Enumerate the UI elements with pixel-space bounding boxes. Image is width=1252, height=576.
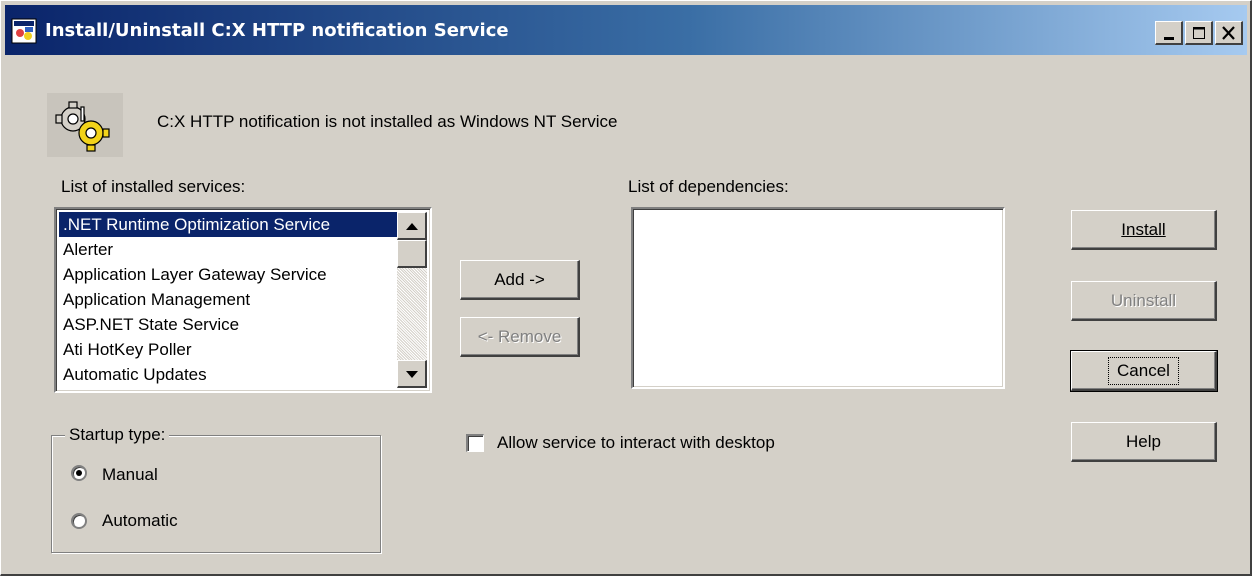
minimize-button[interactable] [1155,21,1183,45]
manual-label[interactable]: Manual [102,465,158,485]
installed-services-list[interactable]: .NET Runtime Optimization Service Alerte… [54,207,432,393]
help-button-label: Help [1126,432,1161,451]
maximize-button[interactable] [1185,21,1213,45]
status-message: C:X HTTP notification is not installed a… [157,112,618,131]
cancel-button-label: Cancel [1108,357,1179,385]
service-config-icon [11,18,37,44]
minimize-icon [1164,37,1174,40]
vertical-scrollbar[interactable] [397,212,427,388]
startup-type-group [51,435,381,553]
help-button[interactable]: Help [1071,422,1217,462]
list-item[interactable]: Ati HotKey Poller [59,337,397,362]
list-item[interactable]: ASP.NET State Service [59,312,397,337]
scroll-up-button[interactable] [397,212,427,240]
list-item[interactable]: Application Layer Gateway Service [59,262,397,287]
automatic-label[interactable]: Automatic [102,511,178,531]
interact-desktop-checkbox[interactable] [466,434,484,452]
close-icon [1222,26,1235,40]
dependencies-label: List of dependencies: [628,177,789,196]
close-button[interactable] [1215,21,1243,45]
install-button-label: Install [1121,220,1166,239]
scroll-thumb[interactable] [397,240,427,268]
dialog-window: Install/Uninstall C:X HTTP notification … [0,0,1252,576]
automatic-radio[interactable] [71,513,87,529]
maximize-icon [1193,27,1205,39]
list-item[interactable]: .NET Runtime Optimization Service [59,212,397,237]
cancel-button[interactable]: Cancel [1070,350,1218,392]
uninstall-button-label: Uninstall [1110,291,1177,310]
manual-radio[interactable] [71,465,87,481]
startup-type-label: Startup type: [65,425,170,445]
add-button[interactable]: Add -> [460,260,580,300]
dependencies-list[interactable] [631,207,1005,389]
title-bar[interactable]: Install/Uninstall C:X HTTP notification … [5,5,1247,55]
add-button-label: Add -> [494,270,545,289]
uninstall-button[interactable]: Uninstall [1071,281,1217,321]
scroll-down-button[interactable] [397,360,427,388]
list-item[interactable]: Alerter [59,237,397,262]
installed-services-label: List of installed services: [61,177,246,196]
window-title: Install/Uninstall C:X HTTP notification … [45,20,509,41]
list-item[interactable]: Automatic Updates [59,362,397,387]
remove-button[interactable]: <- Remove [460,317,580,357]
remove-button-label: <- Remove [477,327,562,346]
interact-desktop-label[interactable]: Allow service to interact with desktop [497,433,775,453]
gears-icon [47,93,123,157]
list-item[interactable]: Application Management [59,287,397,312]
arrow-up-icon [406,223,418,230]
arrow-down-icon [406,371,418,378]
install-button[interactable]: Install [1071,210,1217,250]
